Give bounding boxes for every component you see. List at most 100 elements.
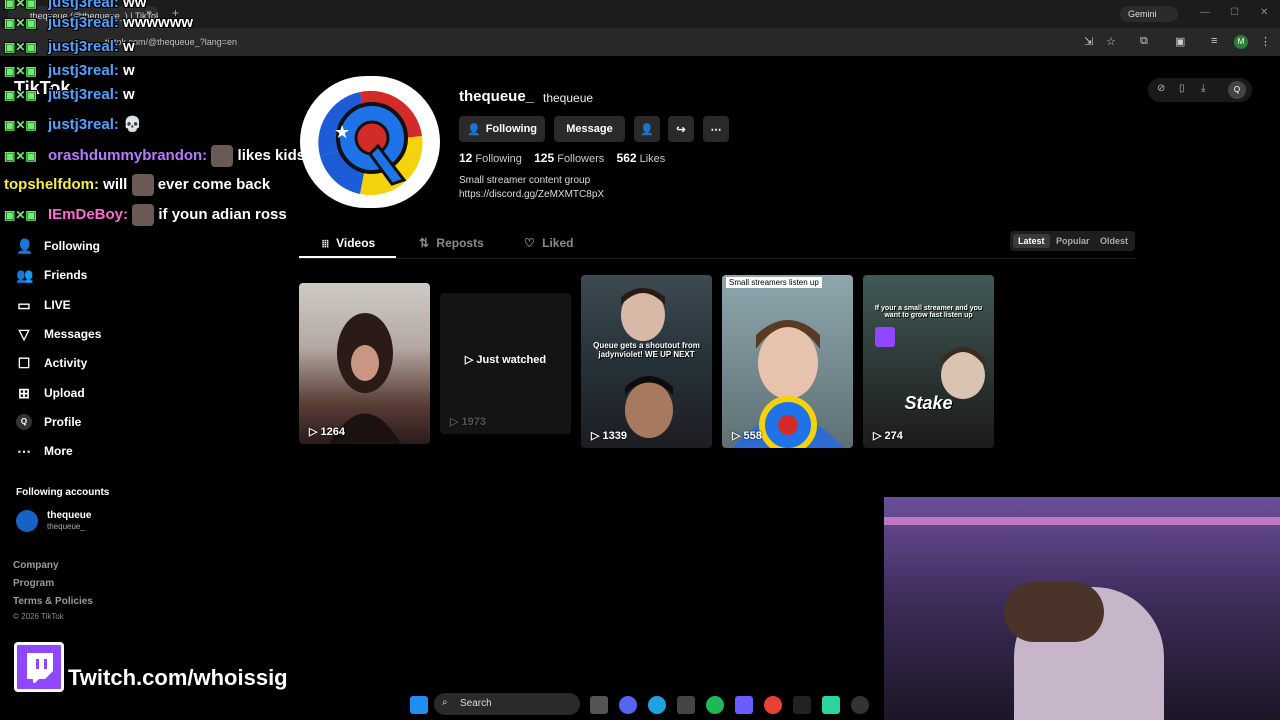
- chat-message: ▣✕▣ justj3real: wwwwww: [4, 14, 193, 36]
- video-card[interactable]: ▷ Just watched ▷ 1973: [440, 293, 571, 434]
- followers-count-label[interactable]: Followers: [557, 153, 604, 165]
- profile-username: thequeue_: [459, 88, 535, 105]
- more-options-button[interactable]: ⋯: [703, 116, 729, 142]
- tab-liked[interactable]: ♡ Liked: [524, 236, 573, 250]
- views-number: 274: [884, 430, 903, 442]
- close-window-icon[interactable]: ✕: [1260, 7, 1268, 18]
- media-icon[interactable]: ≡: [1211, 35, 1217, 47]
- profile-avatar[interactable]: ★: [300, 76, 440, 208]
- sidebar-item-following[interactable]: 👤 Following: [16, 235, 100, 257]
- app-icon[interactable]: [822, 696, 840, 714]
- chat-username: justj3real:: [48, 38, 119, 55]
- queue-logo-icon: ★: [306, 78, 434, 206]
- emote-image: [131, 174, 154, 196]
- grid-icon: ⦙⦙⦙: [322, 239, 329, 250]
- video-top-caption: Small streamers listen up: [726, 277, 822, 288]
- sidebar-item-upload[interactable]: ⊞ Upload: [16, 382, 85, 404]
- sidebar-item-profile[interactable]: Q Profile: [16, 411, 81, 433]
- footer-link-program[interactable]: Program: [13, 578, 54, 589]
- profile-bio-link[interactable]: https://discord.gg/ZeMXMTC8pX: [459, 189, 604, 200]
- sort-latest-button[interactable]: Latest: [1013, 234, 1050, 248]
- bookmark-star-icon[interactable]: ☆: [1106, 35, 1116, 48]
- app-icon[interactable]: [735, 696, 753, 714]
- gemini-label: Gemini: [1128, 9, 1157, 19]
- just-watched-label: Just watched: [476, 354, 547, 366]
- following-count: 12: [459, 151, 473, 165]
- tab-videos[interactable]: ⦙⦙⦙ Videos: [322, 236, 375, 250]
- chat-text: likes kids: [237, 146, 306, 164]
- sort-oldest-button[interactable]: Oldest: [1095, 234, 1133, 248]
- chat-badges: ▣✕▣: [4, 0, 37, 10]
- windows-start-icon[interactable]: [410, 696, 428, 714]
- profile-stats: 12 Following 125 Followers 562 Likes: [459, 151, 665, 165]
- sidebar-item-friends[interactable]: 👥 Friends: [16, 264, 87, 286]
- avatar[interactable]: [16, 510, 38, 532]
- download-icon[interactable]: ⤓: [1201, 83, 1205, 94]
- settings-icon[interactable]: ⊘: [1157, 83, 1165, 94]
- chat-text: wwwwww: [123, 14, 194, 31]
- account-avatar[interactable]: Q: [1228, 81, 1246, 99]
- svg-text:★: ★: [334, 122, 350, 143]
- terminal-icon[interactable]: [793, 696, 811, 714]
- browser-profile-avatar[interactable]: M: [1234, 35, 1248, 49]
- spotify-icon[interactable]: [706, 696, 724, 714]
- sort-popular-button[interactable]: Popular: [1051, 234, 1095, 248]
- chat-badges: ▣✕▣: [4, 148, 37, 163]
- following-count-label[interactable]: Following: [475, 153, 521, 165]
- chat-text: if youn adian ross: [158, 205, 287, 223]
- sidebar-item-live[interactable]: ▭ LIVE: [16, 294, 70, 316]
- suggested-accounts-button[interactable]: 👤: [634, 116, 660, 142]
- taskbar-search[interactable]: Search: [434, 693, 580, 715]
- chat-message: topshelfdom: will ever come back: [4, 174, 270, 196]
- sidebar-item-more[interactable]: ⋯ More: [16, 440, 73, 462]
- repost-icon: ⇅: [419, 236, 430, 250]
- chat-message: ▣✕▣ orashdummybrandon: likes kids: [4, 145, 305, 167]
- phone-icon[interactable]: ▯: [1179, 83, 1185, 94]
- video-card[interactable]: Small streamers listen up ▷ 558: [722, 275, 853, 448]
- video-thumbnail: [329, 313, 401, 444]
- obs-icon[interactable]: [851, 696, 869, 714]
- task-view-icon[interactable]: [590, 696, 608, 714]
- footer-link-terms[interactable]: Terms & Policies: [13, 596, 93, 607]
- following-button[interactable]: 👤 Following: [459, 116, 545, 142]
- chat-username: topshelfdom:: [4, 175, 99, 193]
- views-number: 558: [743, 430, 762, 442]
- video-card[interactable]: ▷ 1264: [299, 283, 430, 444]
- live-icon: ▭: [17, 296, 31, 313]
- discord-icon[interactable]: [619, 696, 637, 714]
- sidebar-item-label: Activity: [44, 356, 88, 370]
- sidepanel-icon[interactable]: ▣: [1175, 35, 1185, 48]
- chat-text: w: [123, 86, 135, 103]
- chat-text: w: [123, 62, 135, 79]
- sidebar-item-label: Profile: [44, 415, 82, 429]
- message-button[interactable]: Message: [554, 116, 625, 142]
- extensions-icon[interactable]: ⧉: [1140, 35, 1148, 48]
- share-button[interactable]: ↪: [668, 116, 694, 142]
- chat-username: justj3real:: [48, 116, 119, 133]
- footer-link-company[interactable]: Company: [13, 560, 59, 571]
- chat-username: justj3real:: [48, 86, 119, 103]
- chrome-icon[interactable]: [764, 696, 782, 714]
- video-view-count: ▷ 1973: [450, 416, 486, 428]
- tab-reposts[interactable]: ⇅ Reposts: [419, 236, 484, 250]
- chat-username: justj3real:: [48, 62, 119, 79]
- maximize-icon[interactable]: ☐: [1230, 7, 1239, 18]
- account-name[interactable]: thequeue: [47, 510, 91, 521]
- edge-icon[interactable]: [648, 696, 666, 714]
- sidebar-item-label: Friends: [44, 268, 88, 282]
- store-icon[interactable]: [677, 696, 695, 714]
- emote-image: [132, 204, 155, 226]
- chat-text: will: [103, 175, 128, 193]
- install-icon[interactable]: ⇲: [1084, 35, 1093, 48]
- message-button-label: Message: [566, 123, 613, 135]
- video-card[interactable]: Queue gets a shoutout from jadynviolet! …: [581, 275, 712, 448]
- minimize-icon[interactable]: —: [1200, 7, 1210, 18]
- floating-tools: ⊘ ▯ ⤓ Q: [1148, 78, 1252, 102]
- sidebar-item-activity[interactable]: ☐ Activity: [16, 352, 88, 374]
- browser-menu-icon[interactable]: ⋮: [1260, 35, 1271, 48]
- video-card[interactable]: If your a small streamer and you want to…: [863, 275, 994, 448]
- video-view-count: ▷ 274: [873, 430, 903, 442]
- sidebar-item-messages[interactable]: ▽ Messages: [16, 323, 102, 345]
- chat-username: IEmDeBoy:: [48, 205, 129, 223]
- gemini-button[interactable]: Gemini: [1120, 6, 1178, 22]
